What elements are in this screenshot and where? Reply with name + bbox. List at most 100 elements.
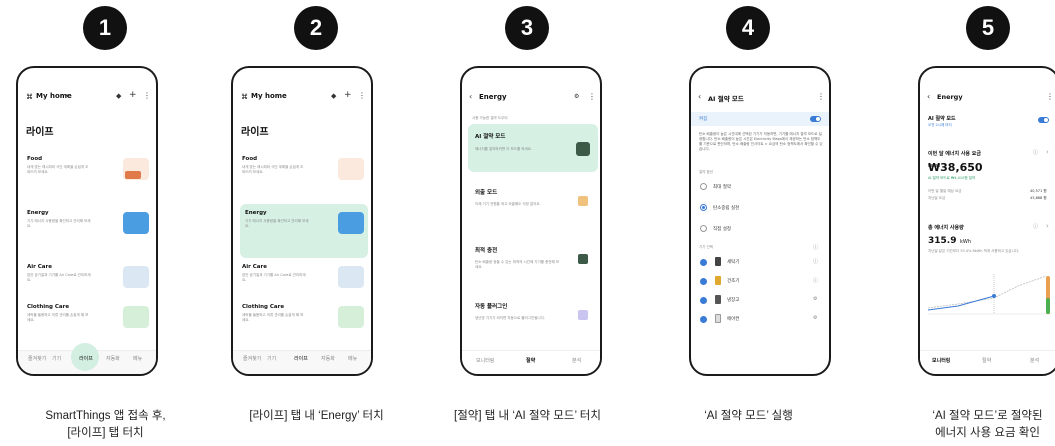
nav-menu[interactable]: 메뉴	[348, 355, 357, 362]
graph-current-point	[992, 294, 996, 298]
toggle-row[interactable]: 켜짐	[691, 112, 829, 126]
more-icon[interactable]: ⋮	[1046, 92, 1054, 101]
more-icon[interactable]: ⋮	[143, 91, 151, 100]
ai-mode-sub: 오전 2시에 마지	[928, 123, 952, 127]
step-number-badge: 2	[294, 6, 338, 50]
device-name: 건조기	[727, 279, 740, 284]
info-icon[interactable]: ⓘ	[813, 277, 818, 284]
mode-desc: 에너지를 절약하려면 이 모드를 켜세요.	[475, 147, 533, 151]
option-radio-carbon[interactable]	[700, 204, 707, 211]
fridge-icon	[715, 295, 721, 304]
settings-icon[interactable]: ⚙	[574, 93, 579, 100]
card-energy[interactable]: Energy 기기 에너지 사용량을 확인하고 관리해 보세요.	[25, 204, 153, 258]
info-icon[interactable]: ⓘ	[813, 244, 818, 251]
card-title: Energy	[27, 210, 49, 216]
step-1: 1 ⌘ My home ▾ ◆ + ⋮ 라이프 Food 내게 맞는 레시피와 …	[0, 0, 211, 446]
card-clothing-care[interactable]: Clothing Care 세탁물 돌봄하고 의류 관리를 손쉽게 해 보세요.	[240, 298, 368, 352]
total-unit: kWh	[960, 239, 972, 245]
energy-illustration-icon	[338, 212, 364, 234]
air-illustration-icon	[123, 266, 149, 288]
option-custom[interactable]: 직접 설정	[713, 226, 731, 232]
step-caption: [라이프] 탭 내 ‘Energy’ 터치	[249, 410, 384, 422]
ai-mode-toggle[interactable]	[1038, 117, 1049, 123]
home-selector[interactable]: My home	[251, 92, 287, 100]
nav-favorites[interactable]: 즐겨찾기	[243, 355, 261, 362]
option-carbon[interactable]: 탄소중립 실천	[713, 205, 739, 211]
nav-life[interactable]: 라이프	[79, 355, 93, 362]
row-label: 이번 달 월말 예상 요금	[928, 189, 962, 193]
description: 탄소 배출량이 높은 시간대에 선택된 기기가 작동하면, 기기를 에너지 절약…	[699, 132, 823, 151]
smartthings-icon[interactable]: ◆	[116, 92, 121, 100]
away-icon	[578, 196, 588, 206]
card-title: Food	[242, 156, 258, 162]
back-icon[interactable]: ‹	[469, 92, 472, 101]
mode-optimal-charge[interactable]: 최적 충전 탄소 배출량 등을 수 있는 최적의 시간에 기기를 충전해 보세요…	[468, 238, 598, 288]
step-2: 2 ⌘ My home ◆ + ⋮ 라이프 Food 내게 맞는 레시피와 식단…	[211, 0, 422, 446]
clothing-illustration-icon	[123, 306, 149, 328]
more-icon[interactable]: ⋮	[588, 92, 596, 101]
back-icon[interactable]: ‹	[698, 92, 701, 101]
tab-monitoring[interactable]: 모니터링	[932, 357, 950, 364]
ai-mode-toggle[interactable]	[810, 116, 821, 122]
card-desc: 내게 맞는 레시피와 식단 계획을 손쉽게 도와드려 보세요.	[27, 165, 89, 174]
card-title: Clothing Care	[27, 304, 70, 310]
screen-title: AI 절약 모드	[708, 95, 744, 103]
option-radio-max[interactable]	[700, 183, 707, 190]
option-radio-custom[interactable]	[700, 225, 707, 232]
more-icon[interactable]: ⋮	[358, 91, 366, 100]
card-title: Energy	[245, 210, 267, 216]
pot-icon	[125, 171, 141, 179]
back-icon[interactable]: ‹	[927, 92, 930, 101]
bottom-tabs: 모니터링 절약 분석	[920, 350, 1055, 374]
device-name: 에어컨	[727, 317, 740, 322]
ai-mode-icon	[576, 142, 590, 156]
gear-icon[interactable]: ⚙	[813, 315, 817, 321]
tab-saving[interactable]: 절약	[526, 357, 535, 364]
card-title: Air Care	[27, 264, 52, 270]
row-label: 지난달 요금	[928, 196, 946, 200]
card-food[interactable]: Food 내게 맞는 레시피와 식단 계획을 손쉽게 도와드려 보세요.	[25, 150, 153, 204]
more-icon[interactable]: ⋮	[817, 92, 825, 101]
mode-ai-saving[interactable]: AI 절약 모드 에너지를 절약하려면 이 모드를 켜세요.	[468, 124, 598, 172]
info-icon[interactable]: ⓘ	[1033, 149, 1038, 156]
card-desc: 집안 공기질과 기기를 Air Care로 관리하세요.	[242, 273, 306, 282]
card-food[interactable]: Food 내게 맞는 레시피와 식단 계획을 손쉽게 도와드려 보세요.	[240, 150, 368, 204]
step-number-badge: 3	[505, 6, 549, 50]
mode-desc: 이제 기기 전원을 켜고 외출해도 걱정 없어요.	[475, 202, 541, 206]
gear-icon[interactable]: ⚙	[813, 296, 817, 302]
option-max[interactable]: 최대 절약	[713, 184, 731, 190]
mode-auto-plugin[interactable]: 자동 플러그인 냉난방 기기가 켜지면 자동으로 플러그인됩니다.	[468, 294, 598, 344]
add-icon[interactable]: +	[129, 90, 137, 100]
bottom-nav: 즐겨찾기 기기 라이프 자동화 메뉴	[18, 343, 156, 374]
device-check-ac[interactable]	[700, 316, 707, 323]
screen-title: Energy	[479, 93, 507, 101]
tab-monitoring[interactable]: 모니터링	[476, 357, 494, 364]
step-caption: [절약] 탭 내 ‘AI 절약 모드’ 터치	[454, 410, 601, 422]
device-check-fridge[interactable]	[700, 297, 707, 304]
mode-away[interactable]: 외출 모드 이제 기기 전원을 켜고 외출해도 걱정 없어요.	[468, 180, 598, 230]
nav-automation[interactable]: 자동화	[106, 355, 120, 362]
nav-life[interactable]: 라이프	[294, 355, 308, 362]
total-desc: 지난달 같은 기간보다 53.4% 6kWh 적게 사용하고 있습니다.	[928, 249, 1020, 253]
tab-saving[interactable]: 절약	[982, 357, 991, 364]
card-energy-highlighted[interactable]: Energy 기기 에너지 사용량을 확인하고 관리해 보세요.	[240, 204, 368, 258]
tab-analysis[interactable]: 분석	[1030, 357, 1039, 364]
nav-automation[interactable]: 자동화	[321, 355, 335, 362]
toggle-label: 켜짐	[699, 117, 708, 122]
info-icon[interactable]: ⓘ	[1033, 223, 1038, 230]
nav-devices[interactable]: 기기	[267, 355, 276, 362]
nav-menu[interactable]: 메뉴	[133, 355, 142, 362]
smartthings-icon[interactable]: ◆	[331, 92, 336, 100]
add-icon[interactable]: +	[344, 90, 352, 100]
device-check-dryer[interactable]	[700, 278, 707, 285]
chevron-right-icon[interactable]: ›	[1046, 222, 1049, 230]
chevron-right-icon[interactable]: ›	[1046, 148, 1049, 156]
usage-graph	[928, 274, 1052, 315]
device-check-washer[interactable]	[700, 259, 707, 266]
tab-analysis[interactable]: 분석	[572, 357, 581, 364]
home-icon: ⌘	[241, 93, 248, 101]
info-icon[interactable]: ⓘ	[813, 258, 818, 265]
nav-devices[interactable]: 기기	[52, 355, 61, 362]
nav-favorites[interactable]: 즐겨찾기	[28, 355, 46, 362]
food-illustration-icon	[338, 158, 364, 180]
